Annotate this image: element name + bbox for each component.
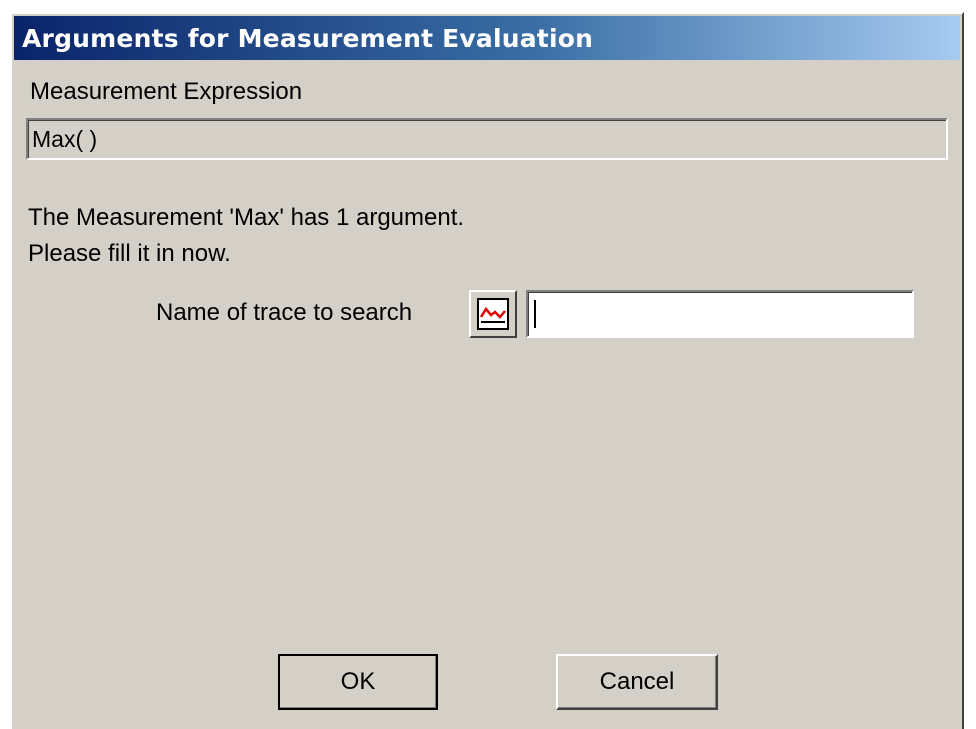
ok-button[interactable]: OK bbox=[278, 654, 438, 710]
trace-name-input[interactable] bbox=[526, 290, 914, 338]
info-line-1: The Measurement 'Max' has 1 argument. bbox=[28, 204, 465, 231]
title-bar[interactable]: Arguments for Measurement Evaluation bbox=[14, 16, 960, 60]
expression-label: Measurement Expression bbox=[30, 78, 303, 105]
text-cursor bbox=[534, 300, 536, 328]
cancel-button-label: Cancel bbox=[599, 668, 675, 695]
arguments-dialog: Arguments for Measurement Evaluation Mea… bbox=[10, 12, 964, 729]
ok-button-label: OK bbox=[340, 668, 376, 695]
trace-name-label: Name of trace to search bbox=[156, 299, 413, 326]
cancel-button[interactable]: Cancel bbox=[556, 654, 718, 710]
expression-field: Max( ) bbox=[26, 118, 948, 160]
info-line-2: Please fill it in now. bbox=[28, 240, 231, 267]
trace-waveform-icon bbox=[477, 298, 509, 330]
trace-picker-button[interactable] bbox=[469, 290, 517, 338]
window-title: Arguments for Measurement Evaluation bbox=[22, 23, 594, 53]
expression-value: Max( ) bbox=[32, 125, 98, 152]
